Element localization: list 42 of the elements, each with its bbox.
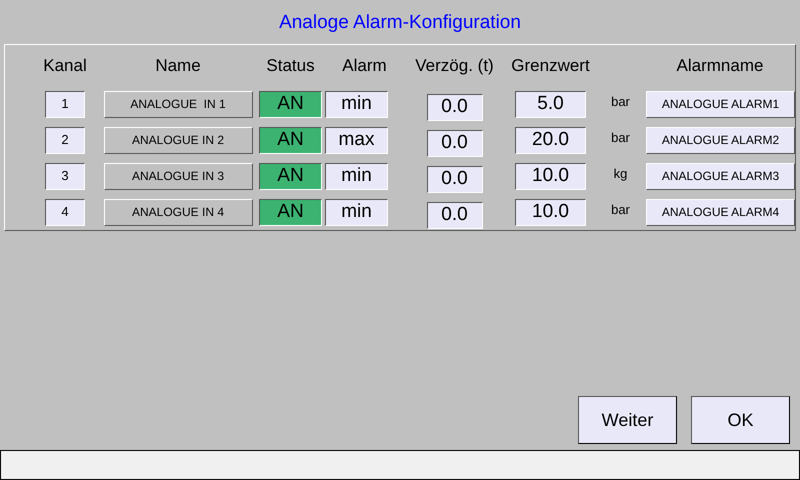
delay-field[interactable]: 0.0 (426, 202, 482, 228)
alarm-type-field[interactable]: max (325, 126, 388, 154)
channel-field[interactable]: 1 (45, 90, 85, 118)
unit-label: bar (611, 93, 630, 112)
delay-field[interactable]: 0.0 (426, 94, 482, 120)
alarm-type-field[interactable]: min (325, 198, 388, 226)
status-button[interactable]: AN (259, 162, 322, 190)
alarm-name-field[interactable]: ANALOGUE ALARM1 (646, 90, 795, 118)
alarm-name-field[interactable]: ANALOGUE ALARM2 (646, 126, 795, 154)
alarm-type-field[interactable]: min (325, 162, 388, 190)
status-button[interactable]: AN (259, 198, 322, 226)
column-header: Status (266, 54, 315, 76)
channel-field[interactable]: 4 (45, 198, 85, 226)
name-field[interactable]: ANALOGUE IN 3 (104, 162, 252, 190)
alarm-type-field[interactable]: min (325, 90, 388, 118)
dialog-button[interactable]: Weiter (578, 396, 677, 444)
column-header: Grenzwert (511, 54, 590, 76)
delay-field[interactable]: 0.0 (426, 130, 482, 156)
dialog-button[interactable]: OK (691, 396, 790, 444)
limit-field[interactable]: 10.0 (515, 198, 586, 226)
column-header: Alarmname (676, 54, 764, 76)
delay-field[interactable]: 0.0 (426, 166, 482, 192)
status-button[interactable]: AN (259, 126, 322, 154)
limit-field[interactable]: 10.0 (515, 162, 586, 190)
name-field[interactable]: ANALOGUE IN 4 (104, 198, 252, 226)
limit-field[interactable]: 5.0 (515, 90, 586, 118)
unit-label: bar (611, 201, 630, 220)
column-header: Alarm (342, 54, 387, 76)
unit-label: kg (614, 165, 628, 184)
name-field[interactable]: ANALOGUE IN 2 (104, 126, 252, 154)
unit-label: bar (611, 129, 630, 148)
status-button[interactable]: AN (259, 90, 322, 118)
window-title: Analoge Alarm-Konfiguration (279, 10, 521, 35)
alarm-name-field[interactable]: ANALOGUE ALARM4 (646, 198, 795, 226)
column-header: Name (155, 54, 201, 76)
name-field[interactable]: ANALOGUE IN 1 (104, 90, 252, 118)
limit-field[interactable]: 20.0 (515, 126, 586, 154)
channel-field[interactable]: 2 (45, 126, 85, 154)
channel-field[interactable]: 3 (45, 162, 85, 190)
column-header: Kanal (43, 54, 87, 76)
alarm-name-field[interactable]: ANALOGUE ALARM3 (646, 162, 795, 190)
column-header: Verzög. (t) (415, 54, 494, 76)
